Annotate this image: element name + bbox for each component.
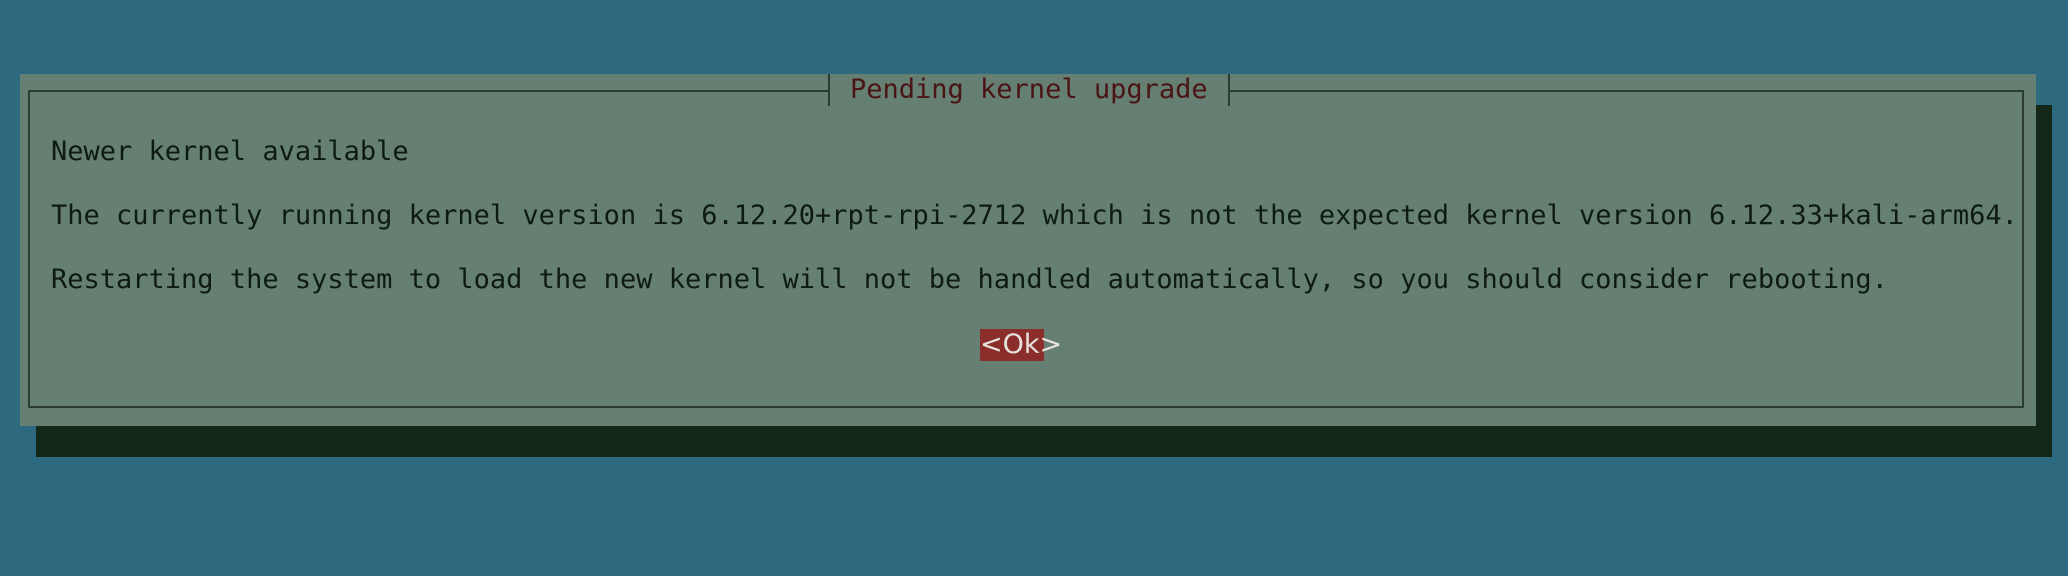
ok-button[interactable]: <Ok> [980,329,1062,361]
dialog-title: Pending kernel upgrade [828,74,1230,106]
message-line-1: The currently running kernel version is … [51,200,2018,231]
dialog-heading: Newer kernel available [51,136,409,167]
message-line-2: Restarting the system to load the new ke… [51,264,1888,295]
kernel-upgrade-dialog: Pending kernel upgrade Newer kernel avai… [20,74,2036,426]
